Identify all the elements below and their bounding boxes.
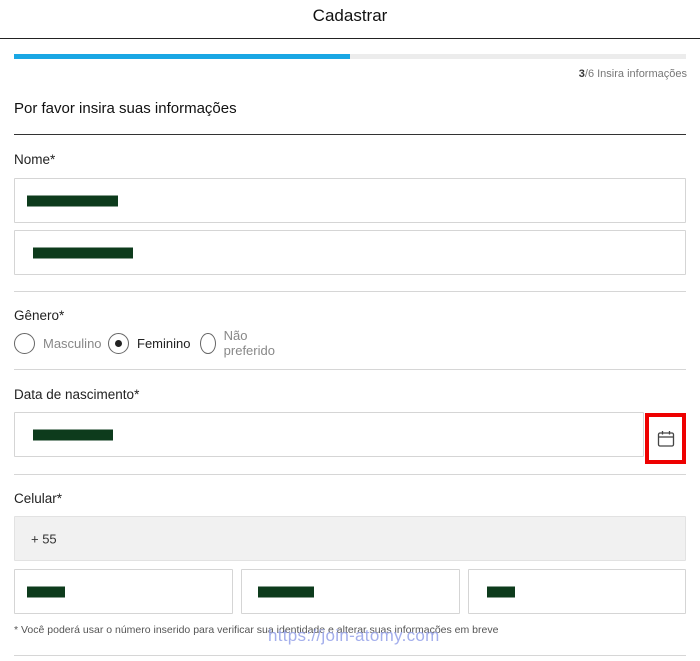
phone-part-3-input[interactable]: [468, 569, 686, 614]
radio-circle: [200, 332, 216, 354]
page-header: Cadastrar: [0, 0, 700, 39]
redacted-value: [33, 429, 113, 440]
name-label: Nome*: [14, 152, 56, 167]
radio-label: Masculino: [43, 335, 102, 351]
gender-label: Gênero*: [14, 308, 65, 323]
progress-bar: [14, 54, 686, 59]
redacted-value: [27, 195, 118, 206]
first-name-input[interactable]: [14, 178, 686, 223]
radio-feminino[interactable]: Feminino: [108, 332, 190, 354]
watermark: https://join-atomy.com: [268, 626, 440, 645]
phone-part-1-input[interactable]: [14, 569, 233, 614]
divider: [14, 655, 686, 656]
phone-part-2-input[interactable]: [241, 569, 460, 614]
divider: [14, 474, 686, 475]
page-title: Cadastrar: [312, 6, 388, 25]
last-name-input[interactable]: [14, 230, 686, 275]
radio-circle: [108, 332, 129, 354]
radio-nao-preferido[interactable]: Não preferido: [200, 328, 280, 358]
radio-circle: [14, 332, 35, 354]
progress-bar-fill: [14, 54, 350, 59]
redacted-value: [27, 586, 65, 597]
step-text: /6 Insira informações: [584, 68, 687, 80]
radio-masculino[interactable]: Masculino: [14, 332, 102, 354]
divider: [14, 369, 686, 370]
calendar-icon: [657, 430, 674, 447]
phone-label: Celular*: [14, 491, 63, 506]
birth-date-input[interactable]: [14, 412, 644, 457]
divider: [14, 291, 686, 292]
redacted-value: [487, 586, 515, 597]
country-code-field: + 55: [14, 516, 686, 561]
redacted-value: [33, 247, 133, 258]
radio-label: Não preferido: [223, 328, 275, 358]
section-title: Por favor insira suas informações: [14, 100, 237, 117]
country-code: + 55: [31, 531, 57, 546]
section-divider: [14, 134, 686, 135]
step-indicator: 3/6 Insira informações: [579, 68, 687, 80]
birth-date-label: Data de nascimento*: [14, 387, 140, 402]
radio-label: Feminino: [137, 335, 191, 351]
redacted-value: [258, 586, 314, 597]
calendar-button[interactable]: [645, 413, 686, 464]
